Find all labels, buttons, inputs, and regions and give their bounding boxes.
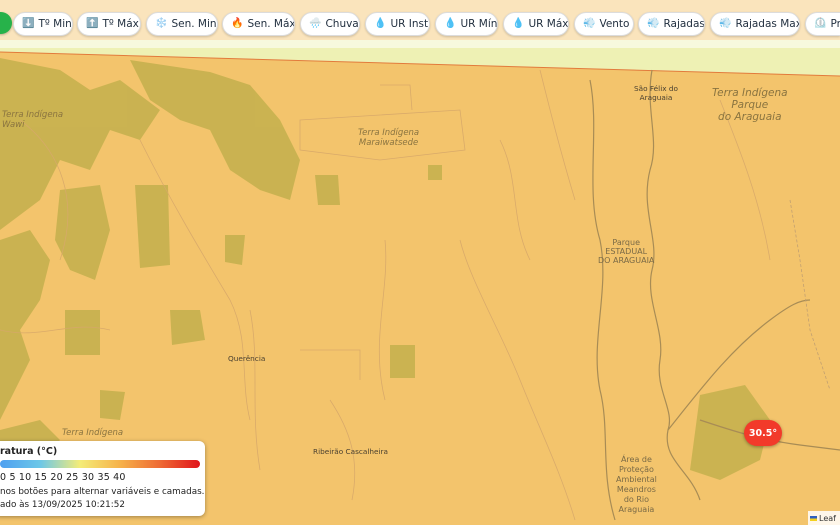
sen-min-button[interactable]: ❄️ Sen. Min xyxy=(146,12,218,36)
droplet-icon: 💧 xyxy=(444,18,457,29)
sen-min-label: Sen. Min xyxy=(171,18,217,30)
ur-min-button[interactable]: 💧 UR Mín xyxy=(435,12,498,36)
legend-color-scale xyxy=(0,460,200,468)
ur-max-button[interactable]: 💧 UR Máx xyxy=(503,12,569,36)
flag-icon xyxy=(810,515,817,521)
map-label-ti-maraiwatsede: Terra Indígena Maraiwatsede xyxy=(358,128,420,148)
rajadas-max-label: Rajadas Max xyxy=(735,18,800,30)
droplet-icon: 💧 xyxy=(512,18,525,29)
map-attribution[interactable]: Leaf xyxy=(808,511,840,525)
temperature-legend: ratura (°C) 0 5 10 15 20 25 30 35 40 nos… xyxy=(0,441,205,516)
rain-cloud-icon: 🌧️ xyxy=(309,18,322,29)
tmin-button[interactable]: ⬇️ Tº Min xyxy=(13,12,73,36)
rajadas-label: Rajadas xyxy=(663,18,705,30)
legend-hint: nos botões para alternar variáveis e cam… xyxy=(0,487,205,497)
vento-label: Vento xyxy=(599,18,630,30)
legend-title: ratura (°C) xyxy=(0,446,58,457)
tmax-button[interactable]: ⬆️ Tº Máx xyxy=(77,12,141,36)
ur-inst-label: UR Inst xyxy=(390,18,429,30)
map-label-parque-estadual: Parque ESTADUAL DO ARAGUAIA xyxy=(598,238,655,265)
temperature-marker[interactable]: 30.5° xyxy=(744,420,782,446)
variable-toolbar: ⬇️ Tº Min ⬆️ Tº Máx ❄️ Sen. Min 🔥 Sen. Máx 🌧… xyxy=(0,0,840,48)
sen-max-button[interactable]: 🔥 Sen. Máx xyxy=(222,12,295,36)
city-label-sao-felix: São Félix do Araguaia xyxy=(634,84,678,102)
sen-max-label: Sen. Máx xyxy=(247,18,295,30)
ur-inst-button[interactable]: 💧 UR Inst xyxy=(365,12,430,36)
tmin-label: Tº Min xyxy=(38,18,72,30)
fire-icon: 🔥 xyxy=(231,18,244,29)
chuva-label: Chuva xyxy=(325,18,359,30)
rajadas-max-button[interactable]: 💨 Rajadas Max xyxy=(710,12,800,36)
attribution-text[interactable]: Leaf xyxy=(819,514,836,523)
map-label-ti-bottom-left: Terra Indígena xyxy=(62,428,124,438)
map-label-ti-wawi: Terra Indígena Wawi xyxy=(2,110,64,130)
wind-icon: 💨 xyxy=(583,18,596,29)
city-label-ribeirao: Ribeirão Cascalheira xyxy=(313,447,388,456)
map-label-ti-parque-araguaia: Terra Indígena Parque do Araguaia xyxy=(712,87,788,123)
arrow-up-icon: ⬆️ xyxy=(86,18,99,29)
city-label-querencia: Querência xyxy=(228,354,266,363)
gauge-icon: ⏲️ xyxy=(814,18,827,29)
droplet-icon: 💧 xyxy=(374,18,387,29)
vento-button[interactable]: 💨 Vento xyxy=(574,12,634,36)
legend-ticks: 0 5 10 15 20 25 30 35 40 xyxy=(0,472,126,483)
pressao-label: Pre xyxy=(830,18,840,30)
rajadas-button[interactable]: 💨 Rajadas xyxy=(638,12,705,36)
wind-icon: 💨 xyxy=(719,18,732,29)
snowflake-icon: ❄️ xyxy=(155,18,168,29)
arrow-down-icon: ⬇️ xyxy=(22,18,35,29)
tmax-label: Tº Máx xyxy=(102,18,139,30)
pressao-button[interactable]: ⏲️Pre xyxy=(805,12,840,36)
status-dot-icon[interactable] xyxy=(0,12,12,34)
map-label-apa-meandros: Área de Proteção Ambiental Meandros do R… xyxy=(616,455,657,514)
ur-min-label: UR Mín xyxy=(460,18,498,30)
legend-updated: ado às 13/09/2025 10:21:52 xyxy=(0,500,125,510)
ur-max-label: UR Máx xyxy=(528,18,569,30)
chuva-button[interactable]: 🌧️ Chuva xyxy=(300,12,360,36)
wind-icon: 💨 xyxy=(647,18,660,29)
